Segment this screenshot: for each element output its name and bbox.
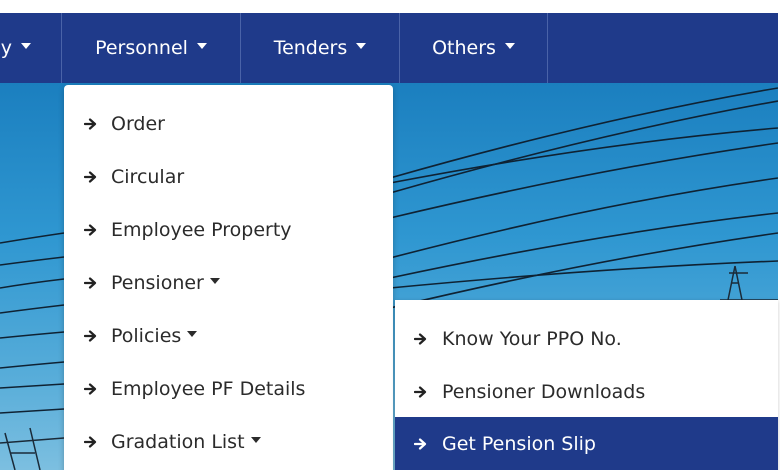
- personnel-dropdown-menu: Order Circular Employee Property Pension…: [64, 85, 393, 470]
- dropdown-item-label: Circular: [111, 165, 185, 188]
- caret-down-icon: [504, 43, 515, 49]
- submenu-item-label: Pensioner Downloads: [442, 380, 646, 403]
- submenu-item-label: Know Your PPO No.: [442, 327, 622, 350]
- arrow-right-icon: [84, 435, 98, 448]
- dropdown-item-label: Employee PF Details: [111, 377, 306, 400]
- nav-item-previous-label: y: [0, 37, 12, 59]
- arrow-right-icon: [414, 332, 428, 345]
- submenu-item-know-your-ppo[interactable]: Know Your PPO No.: [395, 312, 778, 365]
- dropdown-item-employee-pf-details[interactable]: Employee PF Details: [64, 362, 393, 415]
- nav-item-previous[interactable]: y: [0, 13, 62, 83]
- dropdown-item-gradation-list[interactable]: Gradation List: [64, 415, 393, 468]
- dropdown-item-policies[interactable]: Policies: [64, 309, 393, 362]
- dropdown-item-order[interactable]: Order: [64, 97, 393, 150]
- arrow-right-icon: [414, 437, 428, 450]
- submenu-item-label: Get Pension Slip: [442, 432, 596, 455]
- dropdown-item-label: Order: [111, 112, 165, 135]
- caret-down-icon: [356, 43, 367, 49]
- main-navbar: y Personnel Tenders Others: [0, 13, 778, 83]
- nav-item-tenders-label: Tenders: [273, 37, 348, 59]
- nav-item-personnel-label: Personnel: [95, 37, 188, 59]
- arrow-right-icon: [414, 385, 428, 398]
- nav-item-others[interactable]: Others: [400, 13, 548, 83]
- caret-down-icon: [250, 436, 261, 443]
- nav-item-tenders[interactable]: Tenders: [241, 13, 400, 83]
- arrow-right-icon: [84, 223, 98, 236]
- arrow-right-icon: [84, 117, 98, 130]
- top-strip: [0, 0, 780, 13]
- caret-down-icon: [187, 330, 198, 337]
- dropdown-item-label: Pensioner: [111, 271, 204, 294]
- caret-down-icon: [196, 43, 207, 49]
- pensioner-submenu: Know Your PPO No. Pensioner Downloads Ge…: [395, 300, 778, 470]
- dropdown-item-label: Gradation List: [111, 430, 245, 453]
- arrow-right-icon: [84, 382, 98, 395]
- dropdown-item-label: Policies: [111, 324, 182, 347]
- dropdown-item-employee-property[interactable]: Employee Property: [64, 203, 393, 256]
- caret-down-icon: [21, 43, 31, 49]
- caret-down-icon: [209, 277, 220, 284]
- submenu-item-get-pension-slip[interactable]: Get Pension Slip: [395, 417, 778, 470]
- submenu-item-pensioner-downloads[interactable]: Pensioner Downloads: [395, 365, 778, 418]
- nav-item-personnel[interactable]: Personnel: [62, 13, 241, 83]
- dropdown-item-label: Employee Property: [111, 218, 292, 241]
- arrow-right-icon: [84, 170, 98, 183]
- dropdown-item-pensioner[interactable]: Pensioner: [64, 256, 393, 309]
- dropdown-item-circular[interactable]: Circular: [64, 150, 393, 203]
- nav-item-others-label: Others: [432, 37, 496, 59]
- arrow-right-icon: [84, 329, 98, 342]
- arrow-right-icon: [84, 276, 98, 289]
